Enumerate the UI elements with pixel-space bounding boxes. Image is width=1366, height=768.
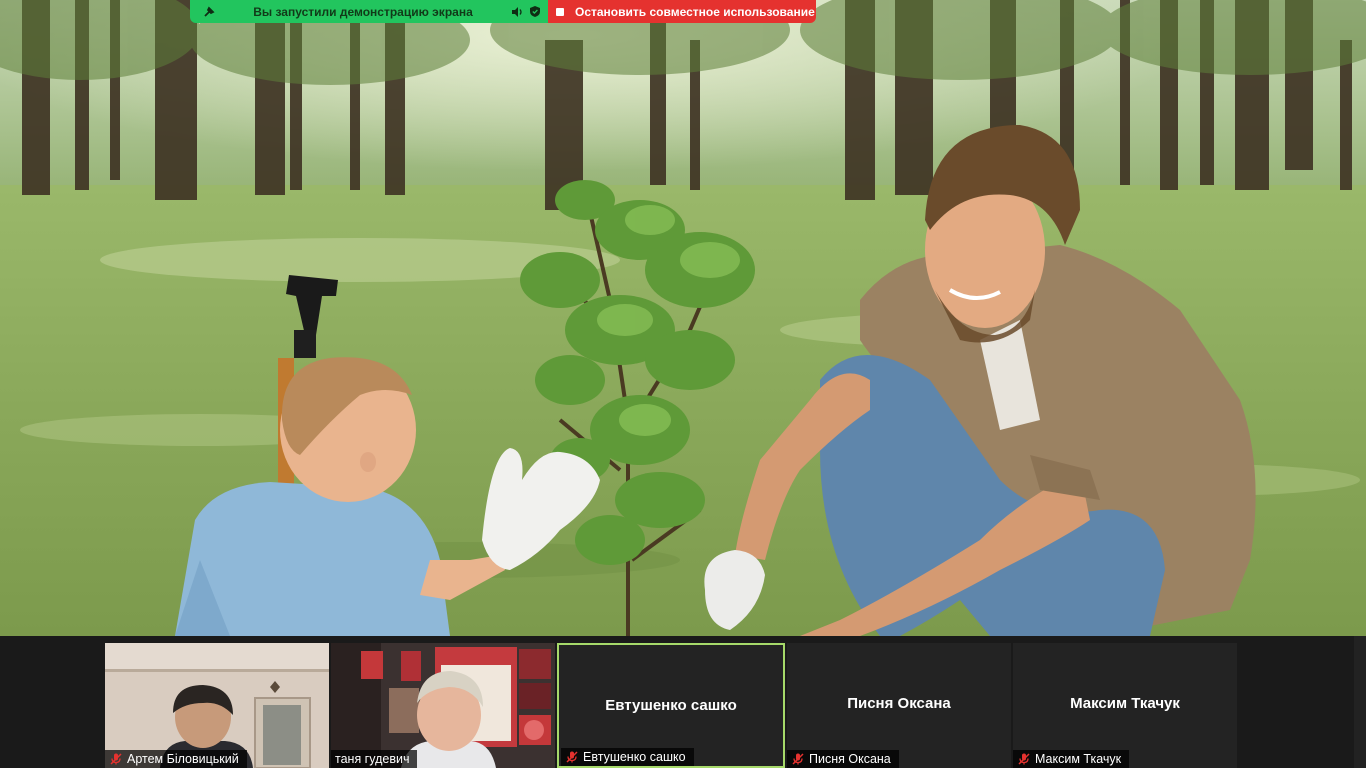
- participant-name: Писня Оксана: [809, 752, 891, 766]
- mic-muted-icon: [110, 753, 122, 765]
- participant-name: таня гудевич: [335, 752, 410, 766]
- participant-namebar: таня гудевич: [331, 750, 418, 768]
- participant-name: Евтушенко сашко: [583, 750, 686, 764]
- mic-muted-icon: [566, 751, 578, 763]
- participant-center-name: Евтушенко сашко: [605, 697, 737, 714]
- stop-sharing-button[interactable]: Остановить совместное использование: [548, 0, 816, 23]
- shared-photo: [0, 0, 1366, 636]
- participant-name: Максим Ткачук: [1035, 752, 1122, 766]
- participant-namebar: Евтушенко сашко: [561, 748, 694, 766]
- shared-screen: [0, 0, 1366, 636]
- participant-namebar: Максим Ткачук: [1013, 750, 1130, 768]
- participant-tile[interactable]: таня гудевич: [331, 643, 555, 768]
- participant-namebar: Писня Оксана: [787, 750, 899, 768]
- speaker-icon[interactable]: [508, 3, 526, 21]
- stop-sharing-label: Остановить совместное использование: [575, 4, 815, 19]
- strip-scroll-edge: [1354, 636, 1366, 768]
- stop-icon: [556, 7, 564, 16]
- participant-tile[interactable]: Писня Оксана Писня Оксана: [787, 643, 1011, 768]
- participant-tile[interactable]: Максим Ткачук Максим Ткачук: [1013, 643, 1237, 768]
- mic-muted-icon: [1018, 753, 1030, 765]
- zoom-meeting-window: Вы запустили демонстрацию экрана Останов…: [0, 0, 1366, 768]
- participant-center-name: Максим Ткачук: [1070, 695, 1180, 712]
- shield-icon[interactable]: [526, 3, 544, 21]
- participant-center-name: Писня Оксана: [847, 695, 951, 712]
- pin-icon[interactable]: [200, 3, 218, 21]
- share-status-text: Вы запустили демонстрацию экрана: [253, 4, 473, 19]
- share-status-bar[interactable]: Вы запустили демонстрацию экрана: [190, 0, 548, 23]
- mic-muted-icon: [792, 753, 804, 765]
- participant-tile[interactable]: Артем Біловицький: [105, 643, 329, 768]
- screen-share-bar: Вы запустили демонстрацию экрана Останов…: [190, 0, 816, 23]
- participant-tile-active-speaker[interactable]: Евтушенко сашко Евтушенко сашко: [557, 643, 785, 768]
- participant-name: Артем Біловицький: [127, 752, 239, 766]
- participant-namebar: Артем Біловицький: [105, 750, 247, 768]
